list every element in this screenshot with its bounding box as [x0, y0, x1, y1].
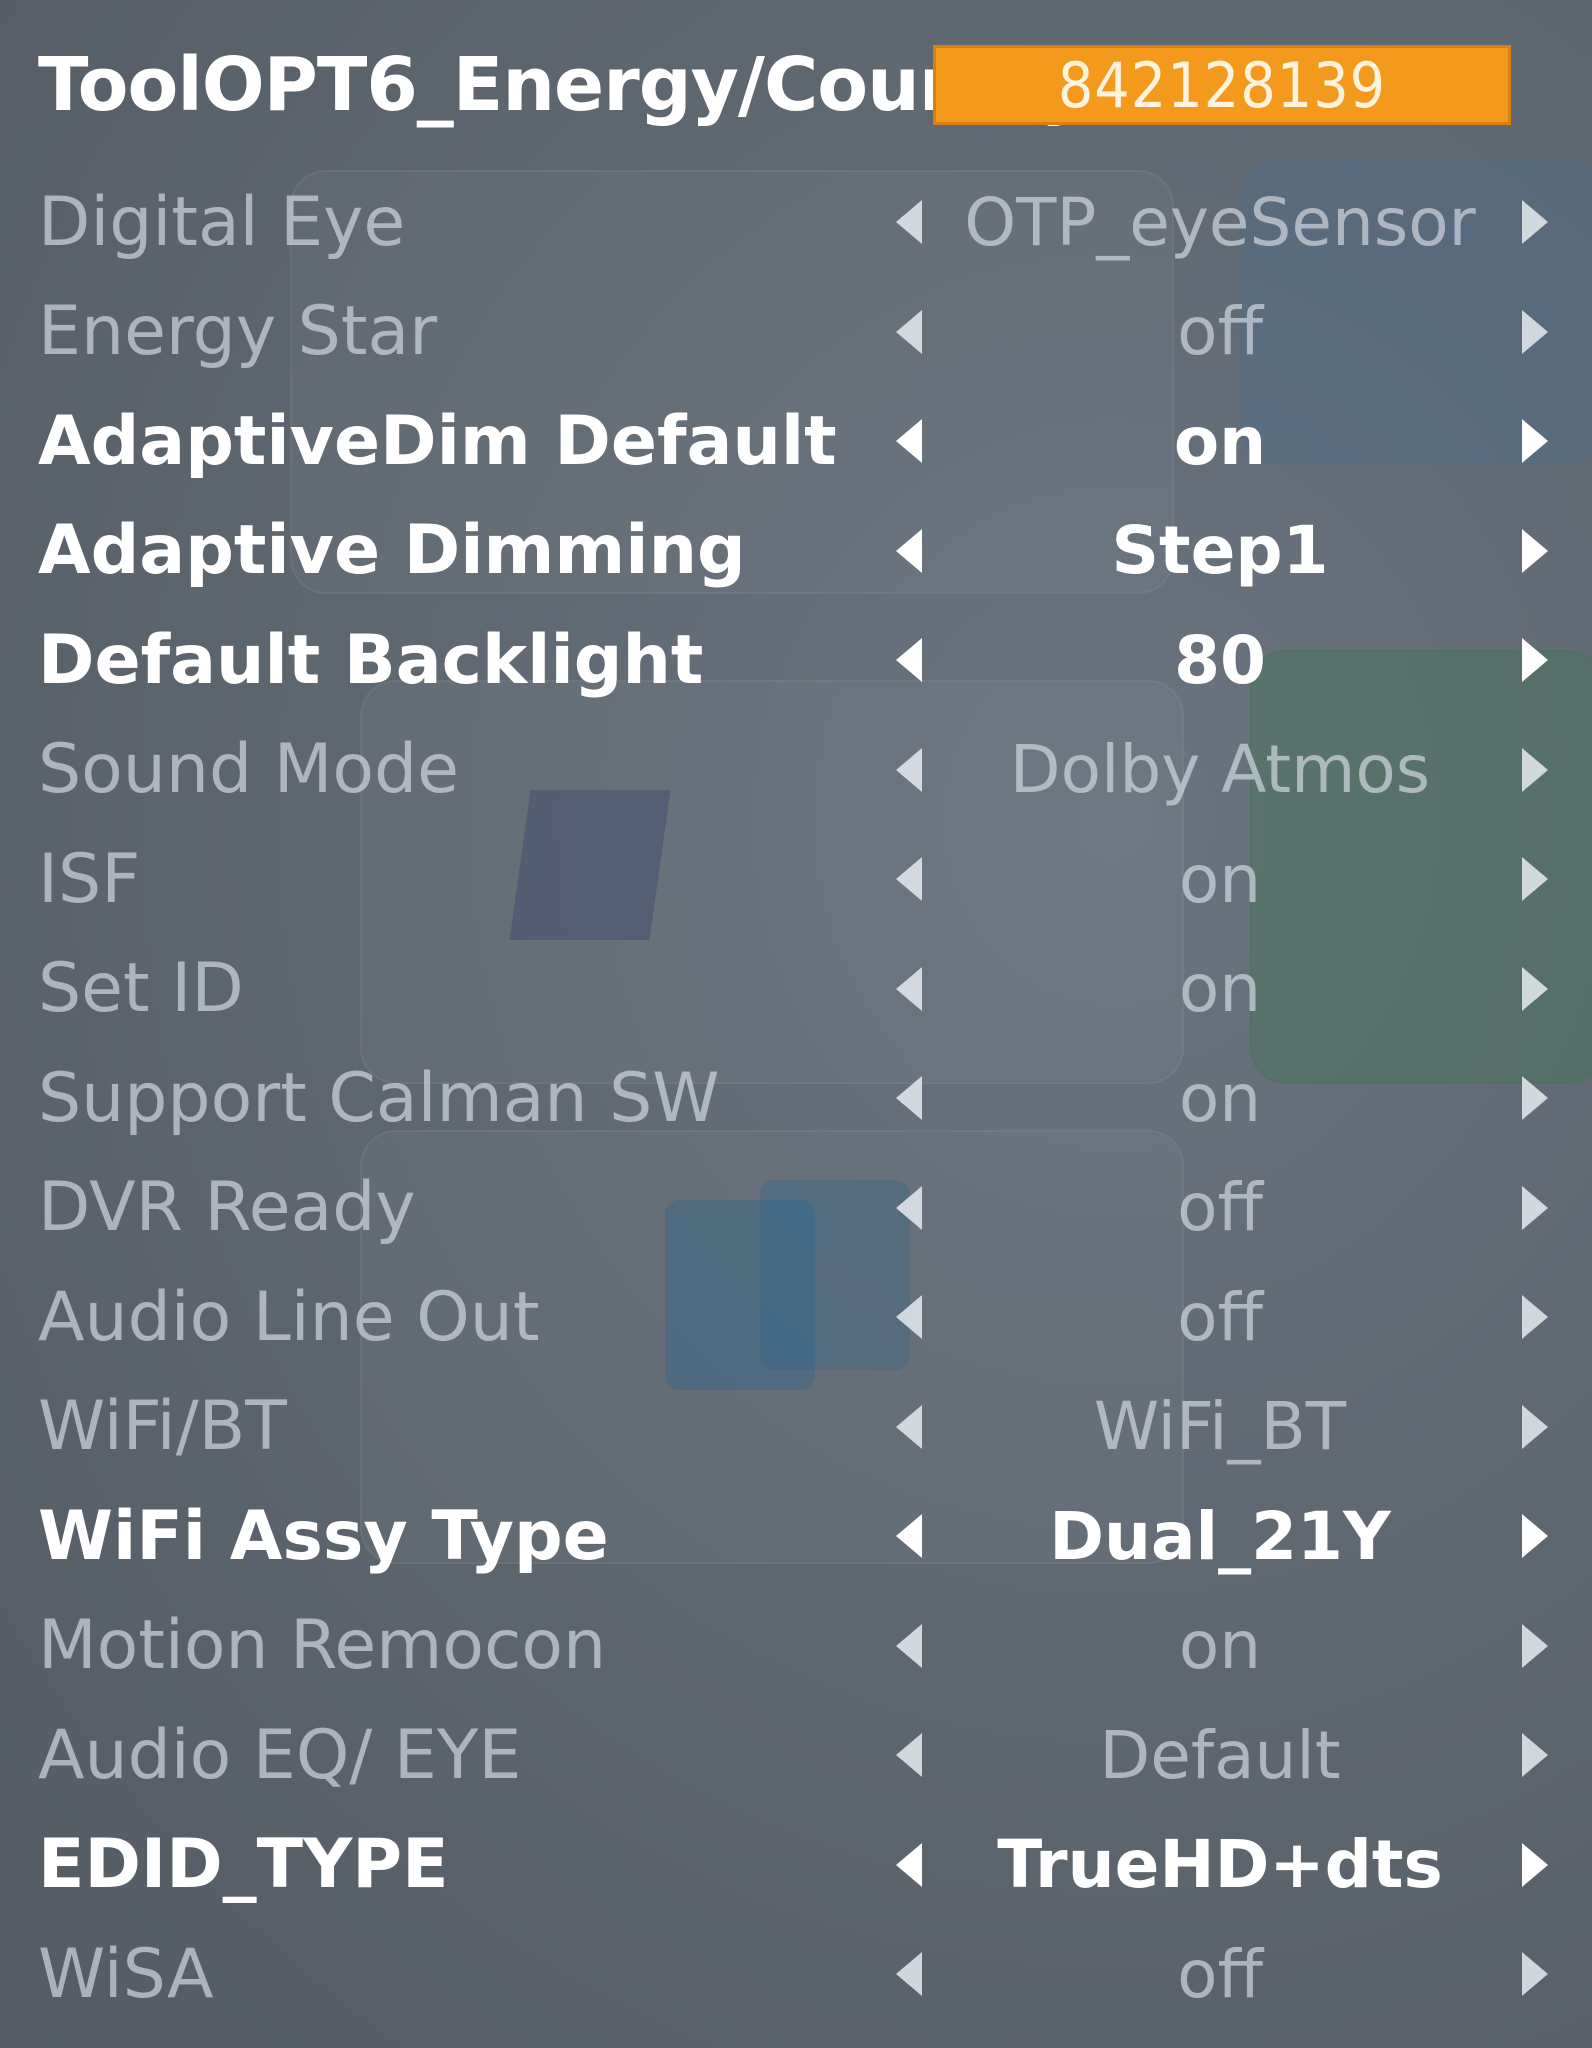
- option-row[interactable]: Audio EQ/ EYE Default: [0, 1701, 1592, 1809]
- option-value: on: [1178, 1059, 1262, 1137]
- option-label: Energy Star: [38, 292, 438, 371]
- triangle-right-icon[interactable]: [1522, 966, 1548, 1011]
- triangle-right-icon[interactable]: [1522, 528, 1548, 573]
- option-label: Sound Mode: [38, 730, 460, 809]
- option-value: off: [1177, 1169, 1263, 1246]
- option-value: Dual_21Y: [1049, 1497, 1391, 1575]
- option-label: Audio EQ/ EYE: [38, 1715, 522, 1795]
- triangle-right-icon[interactable]: [1522, 1952, 1548, 1996]
- option-value: 80: [1174, 621, 1266, 699]
- option-row[interactable]: Sound Mode Dolby Atmos: [0, 716, 1592, 824]
- triangle-left-icon[interactable]: [896, 747, 922, 792]
- triangle-left-icon[interactable]: [896, 638, 922, 682]
- option-row[interactable]: Set ID on: [0, 935, 1592, 1043]
- option-value: TrueHD+dts: [997, 1826, 1443, 1903]
- tv-screen: ToolOPT6_Energy/Country 842128139 Digita…: [0, 0, 1592, 2048]
- triangle-right-icon[interactable]: [1522, 1733, 1548, 1777]
- option-row[interactable]: Default Backlight 80: [0, 606, 1592, 714]
- option-label: ISF: [38, 839, 141, 919]
- option-label: WiFi/BT: [38, 1387, 287, 1466]
- triangle-left-icon[interactable]: [896, 1623, 922, 1668]
- option-value: on: [1178, 840, 1262, 918]
- triangle-left-icon[interactable]: [896, 1404, 922, 1449]
- option-row[interactable]: Energy Star off: [0, 278, 1592, 386]
- triangle-right-icon[interactable]: [1522, 1842, 1548, 1887]
- triangle-left-icon[interactable]: [896, 1295, 922, 1339]
- option-value: off: [1177, 293, 1263, 370]
- option-value: Step1: [1111, 512, 1329, 589]
- option-row[interactable]: EDID_TYPE TrueHD+dts: [0, 1811, 1592, 1919]
- option-label: Adaptive Dimming: [38, 511, 746, 590]
- triangle-left-icon[interactable]: [896, 1076, 922, 1120]
- triangle-left-icon[interactable]: [896, 857, 922, 901]
- option-label: Support Calman SW: [38, 1058, 720, 1138]
- service-menu: ToolOPT6_Energy/Country 842128139 Digita…: [0, 0, 1592, 2048]
- option-row[interactable]: WiFi/BT WiFi_BT: [0, 1373, 1592, 1481]
- option-value: off: [1177, 1278, 1263, 1356]
- option-row[interactable]: WiFi Assy Type Dual_21Y: [0, 1482, 1592, 1590]
- triangle-right-icon[interactable]: [1522, 200, 1548, 244]
- option-label: Motion Remocon: [38, 1606, 607, 1685]
- option-row[interactable]: Motion Remocon on: [0, 1592, 1592, 1700]
- triangle-right-icon[interactable]: [1522, 857, 1548, 901]
- triangle-right-icon[interactable]: [1522, 309, 1548, 354]
- option-label: WiSA: [38, 1934, 214, 2014]
- triangle-right-icon[interactable]: [1522, 1404, 1548, 1449]
- option-row[interactable]: ISF on: [0, 825, 1592, 933]
- option-row[interactable]: AdaptiveDim Default on: [0, 387, 1592, 495]
- option-label: EDID_TYPE: [38, 1825, 449, 1904]
- option-label: Digital Eye: [38, 182, 406, 262]
- option-value: Default: [1099, 1716, 1341, 1794]
- option-row[interactable]: Adaptive Dimming Step1: [0, 497, 1592, 605]
- option-label: DVR Ready: [38, 1168, 416, 1247]
- triangle-left-icon[interactable]: [896, 200, 922, 244]
- option-code-field[interactable]: 842128139: [933, 45, 1511, 125]
- triangle-right-icon[interactable]: [1522, 1295, 1548, 1339]
- triangle-right-icon[interactable]: [1522, 1076, 1548, 1120]
- option-label: AdaptiveDim Default: [38, 401, 837, 481]
- triangle-left-icon[interactable]: [896, 1733, 922, 1777]
- option-label: Audio Line Out: [38, 1277, 540, 1357]
- menu-title: ToolOPT6_Energy/Country: [38, 42, 1089, 128]
- option-row[interactable]: Audio Line Out off: [0, 1263, 1592, 1371]
- triangle-right-icon[interactable]: [1522, 1623, 1548, 1668]
- option-label: Set ID: [38, 949, 244, 1028]
- option-value: on: [1178, 950, 1262, 1027]
- triangle-left-icon[interactable]: [896, 528, 922, 573]
- triangle-left-icon[interactable]: [896, 1842, 922, 1887]
- option-row[interactable]: Digital Eye OTP_eyeSensor: [0, 168, 1592, 276]
- option-row[interactable]: WiSA off: [0, 1920, 1592, 2028]
- option-row[interactable]: Support Calman SW on: [0, 1044, 1592, 1152]
- option-value: Dolby Atmos: [1009, 731, 1431, 808]
- option-value: off: [1177, 1935, 1263, 2013]
- triangle-right-icon[interactable]: [1522, 747, 1548, 792]
- option-value: WiFi_BT: [1093, 1388, 1347, 1465]
- triangle-left-icon[interactable]: [896, 1185, 922, 1230]
- triangle-left-icon[interactable]: [896, 419, 922, 463]
- triangle-right-icon[interactable]: [1522, 419, 1548, 463]
- triangle-left-icon[interactable]: [896, 309, 922, 354]
- option-label: Default Backlight: [38, 620, 704, 700]
- option-value: on: [1178, 1607, 1262, 1684]
- option-value: OTP_eyeSensor: [964, 183, 1476, 261]
- triangle-left-icon[interactable]: [896, 1514, 922, 1558]
- option-label: WiFi Assy Type: [38, 1496, 609, 1576]
- menu-header: ToolOPT6_Energy/Country 842128139: [38, 30, 1578, 140]
- triangle-left-icon[interactable]: [896, 966, 922, 1011]
- triangle-right-icon[interactable]: [1522, 1185, 1548, 1230]
- option-value: on: [1173, 402, 1267, 480]
- option-row[interactable]: DVR Ready off: [0, 1154, 1592, 1262]
- triangle-right-icon[interactable]: [1522, 638, 1548, 682]
- triangle-right-icon[interactable]: [1522, 1514, 1548, 1558]
- triangle-left-icon[interactable]: [896, 1952, 922, 1996]
